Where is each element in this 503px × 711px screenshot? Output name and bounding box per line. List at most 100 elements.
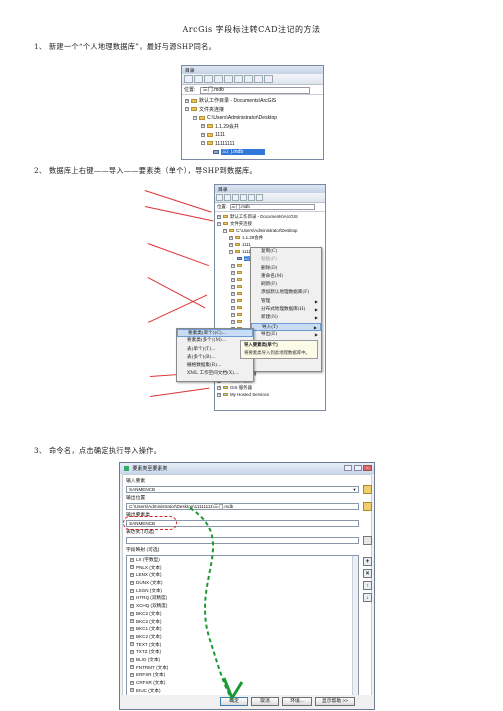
tooltip-title: 导入要素类(单个) xyxy=(244,342,278,347)
field-map-label: CRFSR (文本) xyxy=(136,680,166,685)
maximize-button[interactable] xyxy=(354,465,362,471)
expand-icon[interactable]: + xyxy=(130,626,134,631)
tree-item[interactable]: + GIS 服务器 xyxy=(217,384,323,391)
tree-item[interactable]: +1111 xyxy=(185,131,320,140)
copy-icon[interactable] xyxy=(234,75,243,83)
location-input-2[interactable]: 三门.mdb xyxy=(230,204,316,210)
view-icon[interactable] xyxy=(264,75,273,83)
delete-icon[interactable] xyxy=(256,194,263,201)
menu-item-delete[interactable]: 删除(D) xyxy=(251,265,321,273)
forward-icon[interactable] xyxy=(194,75,203,83)
back-icon[interactable] xyxy=(184,75,193,83)
environments-button[interactable]: 环境... xyxy=(282,697,312,706)
annotation-line xyxy=(147,277,206,309)
home-icon[interactable] xyxy=(240,194,247,201)
tree-item[interactable]: + 默认工作目录 - Documents\ArcGIS xyxy=(217,213,323,220)
catalog-window-1: 目录 位置: 三门.mdb + 默认工作目录 - Documents\ArcGIS… xyxy=(181,65,324,160)
expand-icon[interactable]: + xyxy=(130,688,134,693)
browse-folder-icon[interactable] xyxy=(363,485,372,494)
step-2-text: 2、 数据库上右键——导入——要素类（单个），导SHP到数据库。 xyxy=(34,166,257,175)
minimize-button[interactable] xyxy=(344,465,352,471)
dialog-title: 要素类至要素类 xyxy=(132,466,168,472)
tree-item[interactable]: −11111111 xyxy=(185,140,320,149)
move-up-icon[interactable]: ↑ xyxy=(363,581,372,590)
connect-folder-icon[interactable] xyxy=(248,194,255,201)
remove-field-icon[interactable]: × xyxy=(363,569,372,578)
up-folder-icon[interactable] xyxy=(232,194,239,201)
input-features-field[interactable]: SANMENCB xyxy=(126,486,359,493)
tree-item[interactable]: +1.1.29会井 xyxy=(217,234,323,241)
field-map-label: PNLX (文本) xyxy=(136,564,162,570)
expand-icon[interactable]: + xyxy=(130,596,134,601)
location-label-2: 位置: xyxy=(217,204,228,209)
field-map-label: FNTRMT (文本) xyxy=(136,664,169,670)
menu-item-export[interactable]: 导出(E) ▶ xyxy=(251,331,321,339)
submenu-raster-dataset[interactable]: 栅格数据集(R)... xyxy=(177,362,253,370)
expand-icon[interactable]: + xyxy=(130,673,134,678)
back-icon[interactable] xyxy=(216,194,223,201)
expand-icon[interactable]: + xyxy=(130,650,134,655)
expand-icon[interactable]: + xyxy=(130,573,134,578)
add-field-icon[interactable]: + xyxy=(363,557,372,566)
move-down-icon[interactable]: ↓ xyxy=(363,593,372,602)
browse-folder-icon[interactable] xyxy=(363,502,372,511)
expand-icon[interactable]: + xyxy=(130,580,134,585)
location-input-1[interactable]: 三门.mdb xyxy=(199,87,310,94)
home-icon[interactable] xyxy=(214,75,223,83)
menu-item-copy[interactable]: 复制(C) xyxy=(251,248,321,256)
expand-icon[interactable]: + xyxy=(130,642,134,647)
menu-item-distributed-gdb[interactable]: 分布式地理数据库(H) ▶ xyxy=(251,306,321,314)
expand-icon[interactable]: + xyxy=(130,680,134,685)
paste-icon[interactable] xyxy=(244,75,253,83)
submenu-xml-workspace[interactable]: XML 工作空间文档(X)... xyxy=(177,370,253,378)
field-map-label: LENX (文本) xyxy=(136,572,162,578)
expression-label: 表达式 (可选) xyxy=(126,530,155,535)
tree-item[interactable]: − 文件夹连接 xyxy=(217,220,323,227)
menu-item-add-default-gdb[interactable]: 添加默认地理数据库(F) xyxy=(251,289,321,297)
menu-item-refresh[interactable]: 刷新(F) xyxy=(251,281,321,289)
field-map-scrollbar[interactable] xyxy=(352,556,358,697)
field-map-label: HTRQ (双精度) xyxy=(136,595,168,601)
catalog-title-1: 目录 xyxy=(182,66,323,74)
tree-item[interactable]: + 默认工作目录 - Documents\ArcGIS xyxy=(185,97,320,106)
expand-icon[interactable]: + xyxy=(130,657,134,662)
dropdown-arrow-icon[interactable]: ▼ xyxy=(351,487,358,492)
tree-item[interactable]: − 文件夹连接 xyxy=(185,106,320,115)
menu-item-manage[interactable]: 管理 ▶ xyxy=(251,298,321,306)
submenu-feature-class-single[interactable]: 要素类(单个)(C)... xyxy=(177,329,253,338)
expand-icon[interactable]: + xyxy=(130,603,134,608)
show-help-button[interactable]: 显示帮助 >> xyxy=(315,697,355,706)
close-button[interactable]: × xyxy=(363,465,372,471)
expand-icon[interactable]: + xyxy=(130,665,134,670)
menu-item-import[interactable]: 导入(T) ▶ xyxy=(251,322,321,331)
field-map-label: ERFSR (文本) xyxy=(136,672,166,678)
document-title: ArcGis 字段标注转CAD注记的方法 xyxy=(182,25,321,34)
menu-item-paste[interactable]: 粘贴(P) xyxy=(251,256,321,264)
expand-icon[interactable]: + xyxy=(130,588,134,593)
sql-builder-icon[interactable] xyxy=(363,536,372,545)
location-label-1: 位置: xyxy=(184,87,196,93)
expand-icon[interactable]: + xyxy=(130,619,134,624)
connect-folder-icon[interactable] xyxy=(224,75,233,83)
expand-icon[interactable]: + xyxy=(130,634,134,639)
tree-item-selected[interactable]: 三门.mdb xyxy=(185,148,320,157)
tree-item[interactable]: +1.1.29会井 xyxy=(185,123,320,132)
menu-item-new[interactable]: 新建(N) ▶ xyxy=(251,314,321,322)
annotation-line xyxy=(148,294,208,323)
tree-item[interactable]: − C:\Users\Administrator\Desktop xyxy=(217,227,323,234)
annotation-line xyxy=(150,387,210,397)
delete-icon[interactable] xyxy=(254,75,263,83)
field-map-label: TEXT (文本) xyxy=(136,641,162,647)
field-map-label: EIUC (文本) xyxy=(136,687,161,693)
tree-item[interactable]: + My Hosted Services xyxy=(217,391,323,398)
up-folder-icon[interactable] xyxy=(204,75,213,83)
tree-item[interactable]: − C:\Users\Administrator\Desktop xyxy=(185,114,320,123)
field-map-label: LSGN (文本) xyxy=(136,587,163,593)
expand-icon[interactable]: + xyxy=(130,557,134,562)
menu-item-rename[interactable]: 重命名(M) xyxy=(251,273,321,281)
expand-icon[interactable]: + xyxy=(130,611,134,616)
forward-icon[interactable] xyxy=(224,194,231,201)
expand-icon[interactable]: + xyxy=(130,565,134,570)
catalog-toolbar-1 xyxy=(182,74,323,85)
dialog-icon xyxy=(124,466,129,472)
